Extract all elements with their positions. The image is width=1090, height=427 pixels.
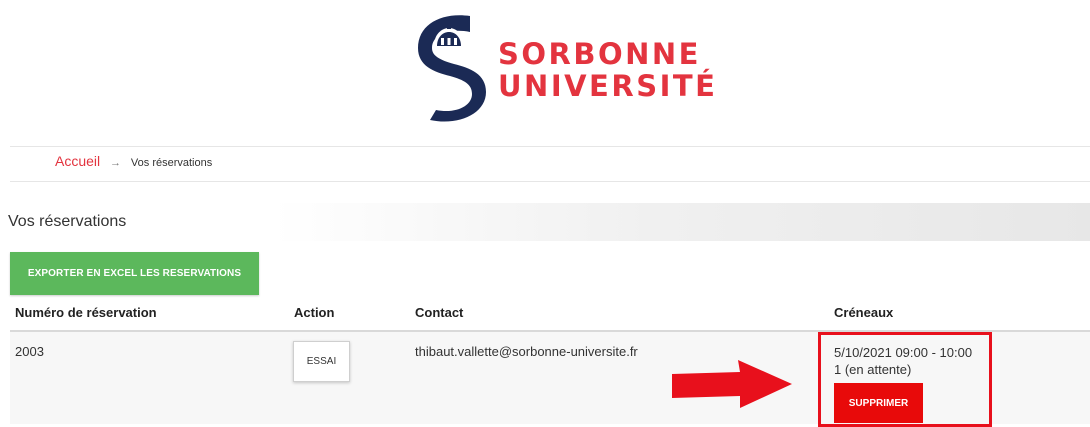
brand-name-line1: SORBONNE	[498, 37, 701, 71]
sorbonne-emblem-icon	[418, 15, 486, 122]
breadcrumb-arrow-icon: →	[110, 157, 122, 169]
brand-name-line2: UNIVERSITÉ	[498, 69, 718, 103]
divider	[10, 146, 1090, 147]
sorbonne-logo[interactable]: SORBONNE UNIVERSITÉ	[412, 10, 715, 125]
page-title: Vos réservations	[8, 213, 127, 230]
reservation-number: 2003	[15, 344, 44, 359]
column-header-slots: Créneaux	[834, 305, 894, 320]
breadcrumb-current: Vos réservations	[130, 157, 213, 169]
essai-button[interactable]: ESSAI	[293, 341, 350, 382]
highlight-box	[818, 332, 992, 427]
divider	[10, 181, 1090, 182]
export-excel-button[interactable]: EXPORTER EN EXCEL LES RESERVATIONS	[10, 252, 259, 295]
column-header-number: Numéro de réservation	[15, 305, 157, 320]
right-arrow-icon	[672, 360, 792, 408]
column-header-action: Action	[294, 305, 335, 320]
breadcrumb: Accueil → Vos réservations	[55, 152, 212, 172]
column-header-contact: Contact	[415, 305, 464, 320]
section-header: Vos réservations	[0, 203, 1090, 241]
contact-email: thibaut.vallette@sorbonne-universite.fr	[415, 344, 638, 359]
breadcrumb-home-link[interactable]: Accueil	[55, 153, 100, 169]
